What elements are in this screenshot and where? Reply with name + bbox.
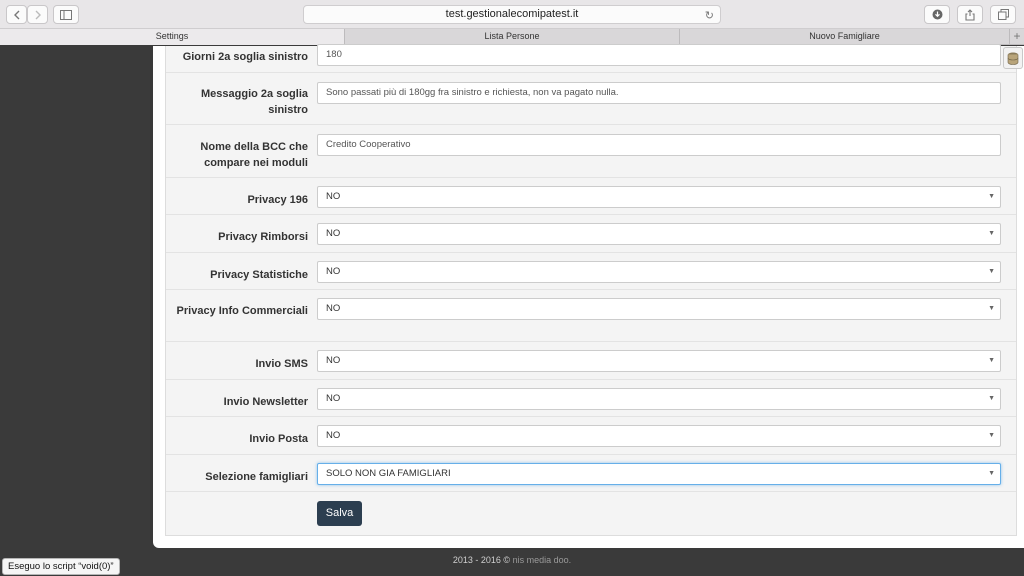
form-row: Giorni 2a soglia sinistro 180: [166, 44, 1016, 73]
database-widget-button[interactable]: [1003, 47, 1023, 69]
form-row: Messaggio 2a soglia sinistro Sono passat…: [166, 73, 1016, 125]
privacy-info-commerciali-select[interactable]: NO ▼: [317, 298, 1001, 320]
select-value: NO: [326, 228, 341, 239]
tab-settings[interactable]: Settings: [0, 29, 345, 45]
select-value: NO: [326, 430, 341, 441]
field-label: Privacy Statistiche: [210, 269, 308, 281]
footer-copyright: 2013 - 2016 ©: [452, 555, 511, 565]
tab-lista-persone[interactable]: Lista Persone: [345, 29, 680, 45]
form-row: Nome della BCC che compare nei moduli Cr…: [166, 125, 1016, 178]
invio-posta-select[interactable]: NO ▼: [317, 425, 1001, 447]
giorni-soglia-input[interactable]: 180: [317, 44, 1001, 66]
forward-button[interactable]: [27, 5, 48, 24]
select-value: NO: [326, 266, 341, 277]
caret-down-icon: ▼: [988, 470, 995, 477]
form-row: Privacy 196 NO ▼: [166, 178, 1016, 215]
form-row: Selezione famigliari SOLO NON GIA FAMIGL…: [166, 455, 1016, 492]
field-label: Giorni 2a soglia sinistro: [182, 51, 308, 63]
settings-form: Giorni 2a soglia sinistro 180 Messaggio …: [165, 44, 1017, 536]
caret-down-icon: ▼: [988, 193, 995, 200]
nome-bcc-input[interactable]: Credito Cooperativo: [317, 134, 1001, 156]
field-label: Privacy Rimborsi: [218, 231, 308, 243]
field-label: Nome della BCC che compare nei moduli: [200, 141, 308, 169]
select-value: NO: [326, 355, 341, 366]
select-value: NO: [326, 191, 341, 202]
caret-down-icon: ▼: [988, 268, 995, 275]
privacy-196-select[interactable]: NO ▼: [317, 186, 1001, 208]
content-panel: Giorni 2a soglia sinistro 180 Messaggio …: [153, 44, 1024, 548]
tabs-icon: [997, 9, 1009, 20]
save-button[interactable]: Salva: [317, 501, 362, 526]
invio-sms-select[interactable]: NO ▼: [317, 350, 1001, 372]
share-button[interactable]: [957, 5, 983, 24]
form-row: Privacy Info Commerciali NO ▼: [166, 290, 1016, 342]
browser-tabs: Settings Lista Persone Nuovo Famigliare …: [0, 29, 1024, 45]
url-text: test.gestionalecomipatest.it: [445, 8, 579, 20]
field-label: Privacy Info Commerciali: [176, 305, 308, 317]
database-icon: [1007, 52, 1019, 65]
page-footer: 2013 - 2016 © nis media doo.: [0, 555, 1024, 565]
select-value: SOLO NON GIA FAMIGLIARI: [326, 468, 451, 479]
invio-newsletter-select[interactable]: NO ▼: [317, 388, 1001, 410]
messaggio-soglia-input[interactable]: Sono passati più di 180gg fra sinistro e…: [317, 82, 1001, 104]
form-row: Invio Posta NO ▼: [166, 417, 1016, 455]
field-label: Invio SMS: [255, 358, 308, 370]
tab-nuovo-famigliare[interactable]: Nuovo Famigliare: [680, 29, 1010, 45]
chevron-left-icon: [13, 10, 19, 19]
chevron-right-icon: [35, 10, 41, 19]
select-value: NO: [326, 303, 341, 314]
field-label: Invio Newsletter: [223, 396, 308, 408]
sidebar-icon: [60, 9, 72, 20]
form-row: Invio SMS NO ▼: [166, 342, 1016, 380]
browser-toolbar: test.gestionalecomipatest.it ↻: [0, 0, 1024, 29]
back-button[interactable]: [6, 5, 27, 24]
form-row: Privacy Rimborsi NO ▼: [166, 215, 1016, 253]
download-icon: [932, 9, 942, 20]
caret-down-icon: ▼: [988, 305, 995, 312]
share-icon: [965, 8, 975, 21]
caret-down-icon: ▼: [988, 230, 995, 237]
footer-brand[interactable]: nis media doo.: [513, 555, 572, 565]
field-label: Privacy 196: [247, 194, 308, 206]
sidebar-button[interactable]: [53, 5, 79, 24]
field-label: Messaggio 2a soglia sinistro: [201, 88, 308, 116]
new-tab-button[interactable]: +: [1010, 29, 1024, 44]
tabs-overview-button[interactable]: [990, 5, 1016, 24]
field-label: Invio Posta: [249, 433, 308, 445]
privacy-statistiche-select[interactable]: NO ▼: [317, 261, 1001, 283]
selezione-famigliari-select[interactable]: SOLO NON GIA FAMIGLIARI ▼: [317, 463, 1001, 485]
form-row: Invio Newsletter NO ▼: [166, 380, 1016, 417]
privacy-rimborsi-select[interactable]: NO ▼: [317, 223, 1001, 245]
address-bar[interactable]: test.gestionalecomipatest.it ↻: [303, 5, 721, 24]
status-bar: Eseguo lo script “void(0)”: [2, 558, 120, 575]
reload-icon[interactable]: ↻: [705, 8, 714, 25]
form-row: Privacy Statistiche NO ▼: [166, 253, 1016, 290]
caret-down-icon: ▼: [988, 395, 995, 402]
field-label: Selezione famigliari: [205, 471, 308, 483]
page-content: Giorni 2a soglia sinistro 180 Messaggio …: [0, 44, 1024, 576]
select-value: NO: [326, 393, 341, 404]
downloads-button[interactable]: [924, 5, 950, 24]
caret-down-icon: ▼: [988, 357, 995, 364]
caret-down-icon: ▼: [988, 432, 995, 439]
